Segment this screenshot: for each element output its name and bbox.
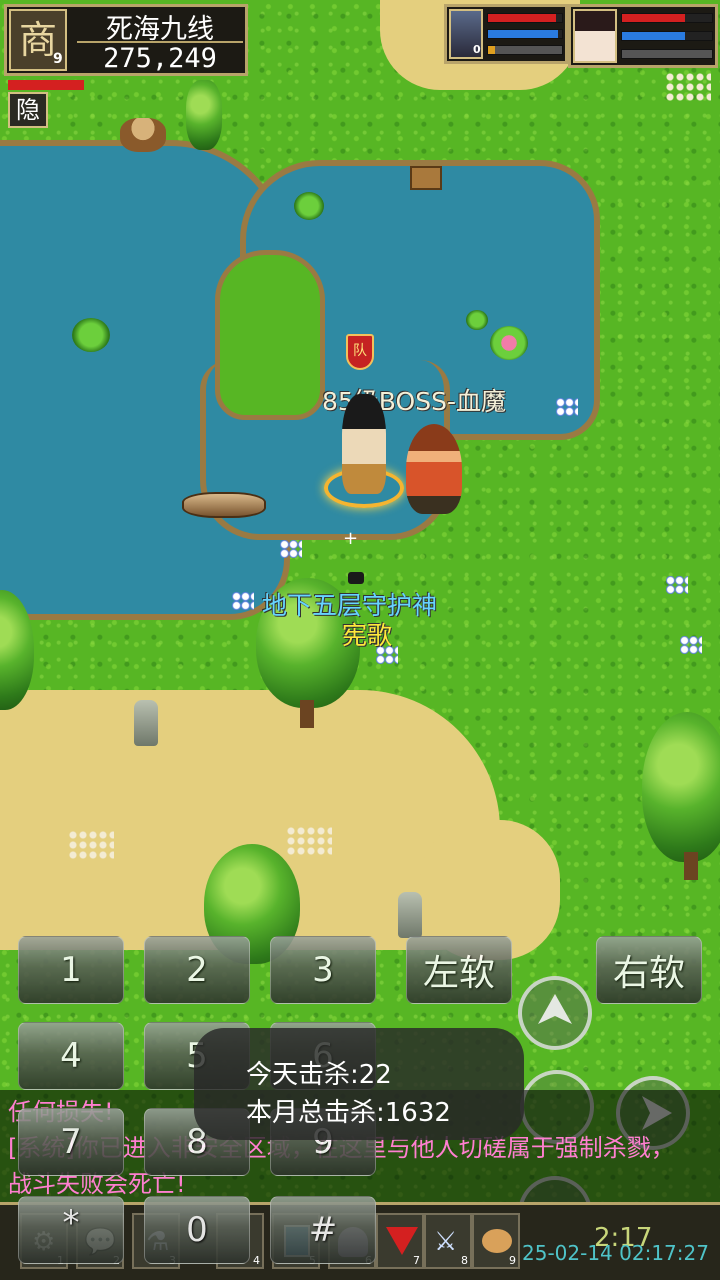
pet-mp-bar (487, 29, 563, 39)
right-soft-key[interactable]: 右软 (596, 936, 702, 1004)
lily-pad (294, 192, 324, 220)
flower-patch (665, 72, 711, 102)
blue-flower (556, 398, 578, 416)
companion-xp-bar (621, 49, 713, 59)
slot-number: 8 (461, 1254, 468, 1267)
tree-stump (120, 118, 166, 152)
companion-mp-fill (622, 32, 685, 40)
pet-xp-fill (488, 46, 496, 54)
palm-tree (186, 80, 222, 150)
red-flag-icon (386, 1227, 418, 1255)
party-frame-pet[interactable]: 0 (444, 4, 568, 64)
slot-number: 4 (253, 1254, 260, 1267)
party-frame-companion[interactable] (568, 4, 718, 68)
key-3[interactable]: 3 (270, 936, 376, 1004)
lily-pad (72, 318, 110, 352)
companion-character[interactable] (406, 424, 462, 514)
left-soft-key[interactable]: 左软 (406, 936, 512, 1004)
lily-pad (466, 310, 488, 330)
pet-level: 0 (473, 43, 481, 56)
player-character-marker (348, 572, 364, 584)
pet-xp-bar (487, 45, 563, 55)
key-7[interactable]: 7 (18, 1108, 124, 1176)
stone-pillar (398, 892, 422, 938)
tree (642, 712, 720, 862)
companion-portrait (573, 9, 617, 63)
player-hp-bar (8, 80, 84, 90)
blue-flower (680, 636, 702, 654)
companion-mp-bar (621, 31, 713, 41)
skill-slot-team[interactable]: ⚔ 8 (424, 1213, 472, 1269)
lily-pad-flower (490, 326, 528, 360)
player-level: 9 (53, 51, 63, 67)
wooden-signpost (410, 166, 442, 190)
wooden-boat (182, 492, 266, 518)
hide-ui-button[interactable]: 隐 (8, 92, 48, 128)
guild-flag: 队 (346, 334, 374, 370)
team-icon: ⚔ (434, 1227, 458, 1257)
blue-flower (666, 576, 688, 594)
key-0[interactable]: 0 (144, 1196, 250, 1264)
screenshot-timestamp: 25-02-14 02:17:27 (522, 1241, 709, 1265)
pet-hp-fill (488, 14, 557, 22)
key-4[interactable]: 4 (18, 1022, 124, 1090)
kill-count-toast: 今天击杀:22 本月总击杀:1632 (194, 1028, 524, 1140)
tree-trunk (684, 852, 698, 880)
player-name-label: 宪歌 (342, 621, 393, 650)
companion-hp-bar (621, 13, 713, 23)
tree-trunk (300, 700, 314, 728)
arrow-up-icon (538, 994, 572, 1024)
flower-patch (286, 826, 332, 856)
key-star[interactable]: * (18, 1196, 124, 1264)
gold-amount: 275,249 (103, 43, 217, 74)
flower-patch (68, 830, 114, 860)
pet-mp-fill (488, 30, 559, 38)
skill-slot-flag[interactable]: 7 (376, 1213, 424, 1269)
skill-slot-mount[interactable]: 9 (472, 1213, 520, 1269)
target-crosshair: + (343, 528, 359, 549)
today-kills: 今天击杀:22 (246, 1060, 392, 1090)
companion-hp-fill (622, 14, 685, 22)
grass-peninsula (215, 250, 325, 420)
blue-flower (280, 540, 302, 558)
mount-icon (482, 1229, 512, 1253)
pet-hp-bar (487, 13, 563, 23)
slot-number: 7 (413, 1254, 420, 1267)
slot-number: 9 (509, 1254, 516, 1267)
key-hash[interactable]: # (270, 1196, 376, 1264)
month-kills: 本月总击杀:1632 (246, 1098, 451, 1128)
dpad-up-button[interactable] (518, 976, 592, 1050)
key-1[interactable]: 1 (18, 936, 124, 1004)
blue-flower (232, 592, 254, 610)
boss-blood-demon[interactable] (342, 394, 386, 494)
map-info-panel: 商 9 死海九线 275,249 (4, 4, 248, 76)
stone-pillar (134, 700, 158, 746)
key-2[interactable]: 2 (144, 936, 250, 1004)
